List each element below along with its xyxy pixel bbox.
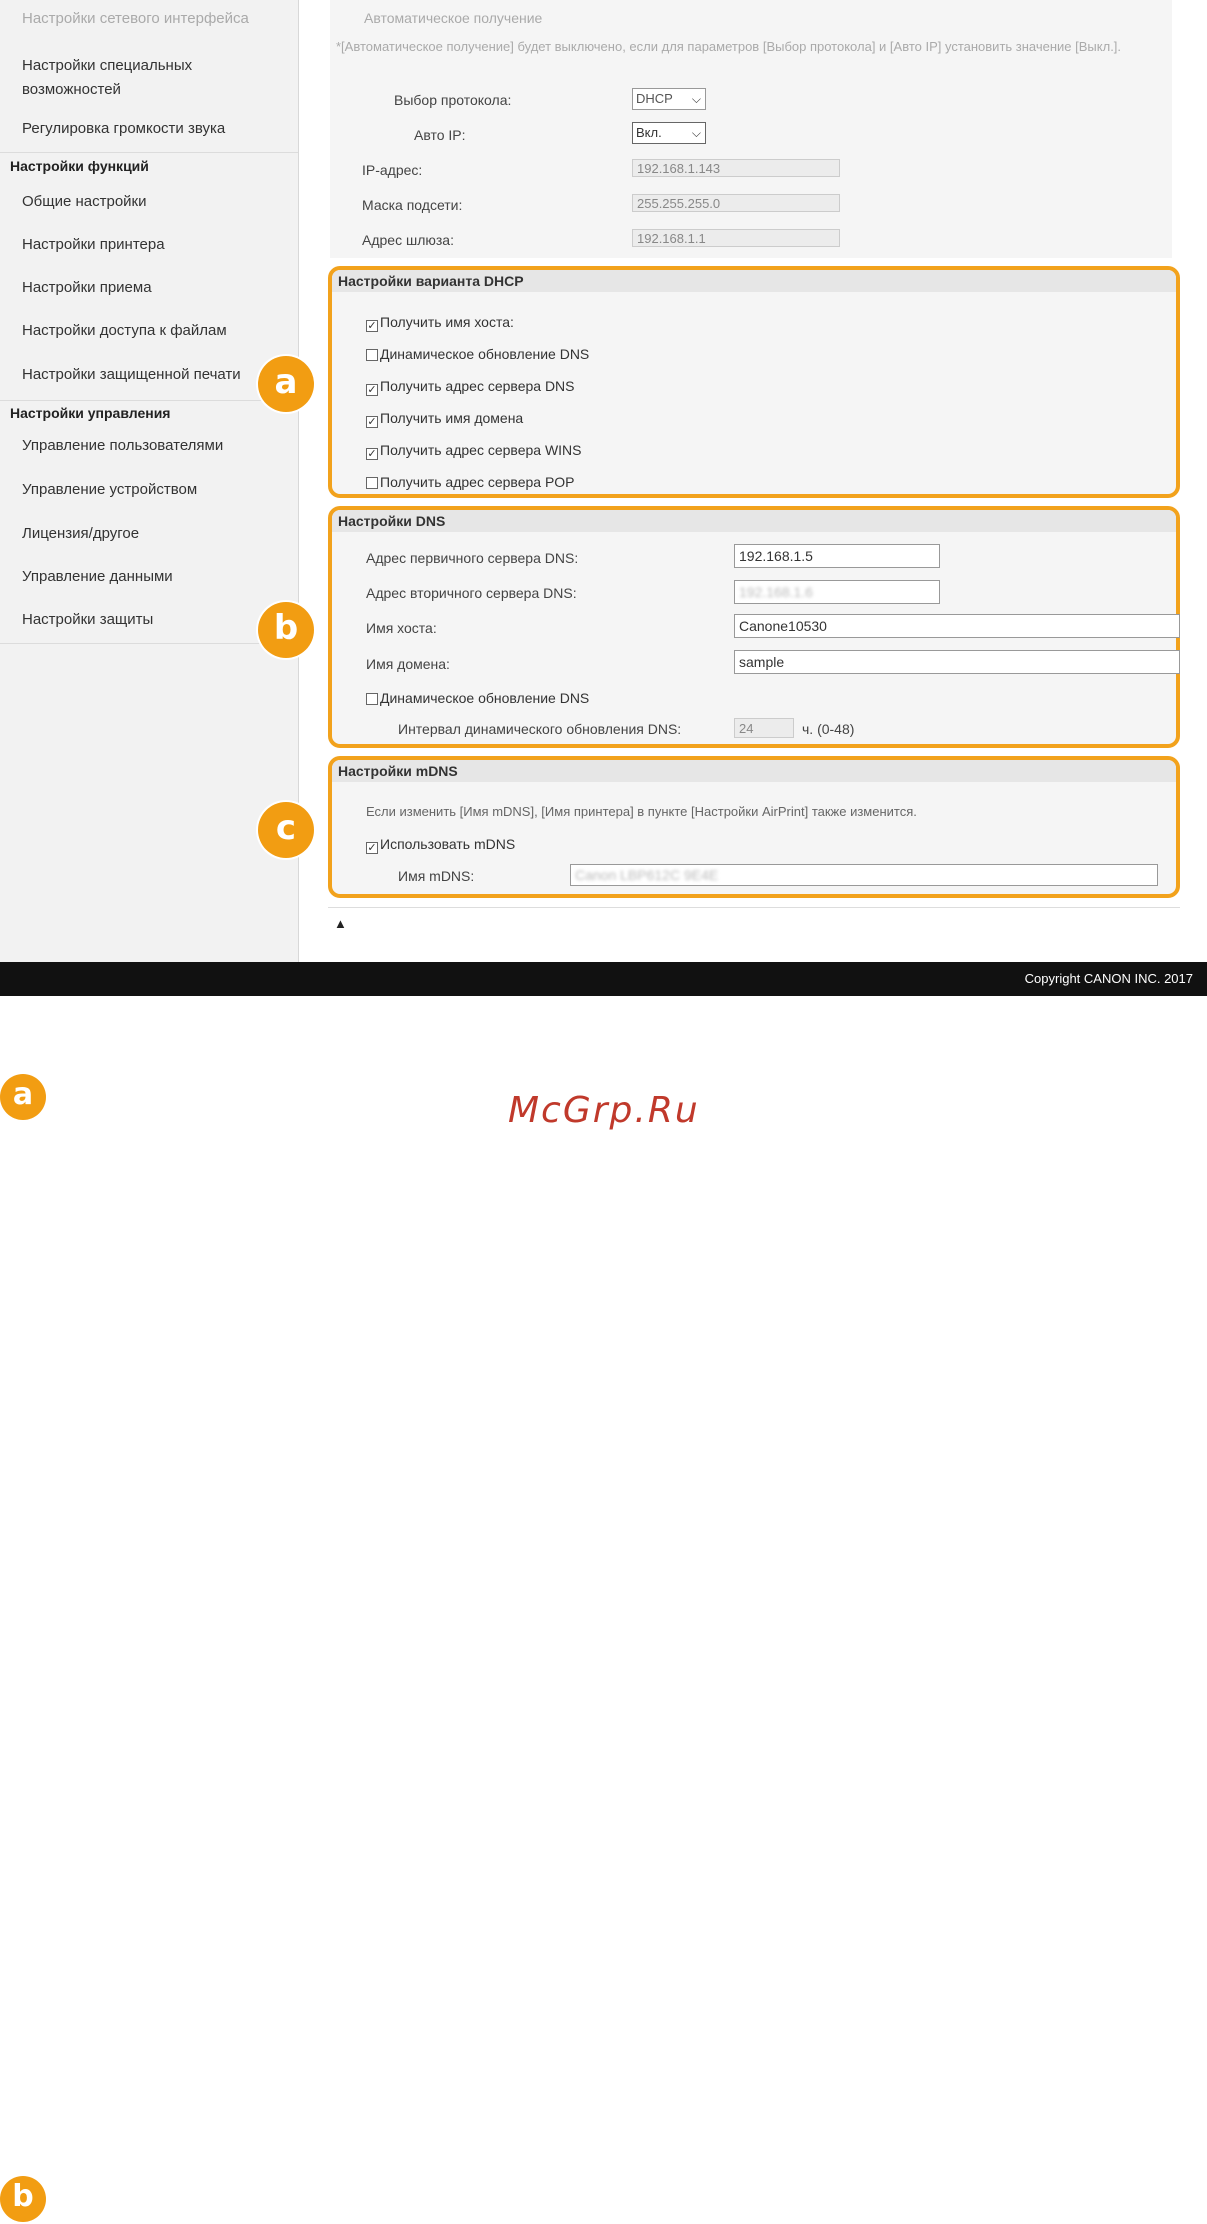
dhcp-option-label: Получить имя хоста — [380, 314, 511, 330]
auto-acquire-section: Автоматическое получение *[Автоматическо… — [330, 0, 1172, 258]
dhcp-option-label: Получить адрес сервера DNS — [380, 378, 575, 394]
scroll-top-icon[interactable]: ▲ — [334, 916, 347, 931]
checkbox-dns-dynamic-update[interactable] — [366, 693, 378, 705]
sidebar-item-receive[interactable]: Настройки приема — [22, 279, 152, 296]
mdns-name-value: Canon LBP612C 9E4E — [575, 867, 719, 883]
secondary-dns-input[interactable]: 192.168.1.6 — [734, 580, 940, 604]
doc-badge-b: b — [0, 2176, 46, 2222]
callout-badge-a: a — [258, 356, 314, 412]
ip-address-label: IP-адрес: — [362, 162, 423, 178]
checkbox-dns-server[interactable]: ✓ — [366, 384, 378, 396]
doc-badge-a: a — [0, 1074, 46, 1120]
checkbox-wins[interactable]: ✓ — [366, 448, 378, 460]
sidebar-item-network-interface[interactable]: Настройки сетевого интерфейса — [22, 10, 249, 27]
dhcp-option-pop[interactable]: Получить адрес сервера POP — [366, 474, 575, 490]
dns-panel-title: Настройки DNS — [332, 510, 1176, 532]
primary-dns-label: Адрес первичного сервера DNS: — [366, 550, 579, 566]
colon: : — [510, 314, 514, 330]
sidebar-item-file-access[interactable]: Настройки доступа к файлам — [22, 322, 227, 339]
sidebar-divider — [0, 643, 298, 644]
sidebar-heading-functions: Настройки функций — [10, 158, 149, 174]
subnet-mask-field: 255.255.255.0 — [632, 194, 840, 212]
dhcp-option-domain-name[interactable]: ✓ Получить имя домена — [366, 410, 523, 428]
section-heading-faded: Автоматическое получение — [364, 10, 543, 26]
auto-ip-select-value: Вкл. — [636, 125, 662, 140]
sidebar-item-secure-print[interactable]: Настройки защищенной печати — [22, 366, 241, 383]
dns-interval-label: Интервал динамического обновления DNS: — [398, 721, 682, 737]
domain-name-label: Имя домена: — [366, 656, 450, 672]
dns-settings-panel: Настройки DNS Адрес первичного сервера D… — [328, 506, 1180, 748]
auto-ip-label: Авто IP: — [414, 127, 466, 143]
dns-dynamic-update-label: Динамическое обновление DNS — [380, 690, 590, 706]
auto-acquire-note: *[Автоматическое получение] будет выключ… — [336, 39, 1122, 54]
dhcp-option-dynamic-dns[interactable]: Динамическое обновление DNS — [366, 346, 589, 362]
dns-dynamic-update-option[interactable]: Динамическое обновление DNS — [366, 690, 589, 706]
chevron-down-icon: ⌵ — [691, 92, 701, 106]
checkbox-dynamic-dns[interactable] — [366, 349, 378, 361]
callout-badge-b: b — [258, 602, 314, 658]
protocol-label: Выбор протокола: — [394, 92, 512, 108]
mdns-use-option[interactable]: ✓ Использовать mDNS — [366, 836, 515, 854]
dns-interval-input[interactable]: 24 — [734, 718, 794, 738]
sidebar-divider — [0, 152, 298, 153]
sidebar-item-volume[interactable]: Регулировка громкости звука — [22, 120, 225, 137]
sidebar-item-accessibility[interactable]: Настройки специальных возможностей — [22, 54, 222, 102]
protocol-select[interactable]: DHCP ⌵ — [632, 88, 706, 110]
sidebar: Настройки сетевого интерфейса Настройки … — [0, 0, 299, 962]
dhcp-option-dns-server[interactable]: ✓ Получить адрес сервера DNS — [366, 378, 575, 396]
dhcp-option-label: Получить имя домена — [380, 410, 524, 426]
sidebar-item-device[interactable]: Управление устройством — [22, 481, 197, 498]
protocol-select-value: DHCP — [636, 91, 673, 106]
domain-name-input[interactable]: sample — [734, 650, 1180, 674]
dhcp-option-wins[interactable]: ✓ Получить адрес сервера WINS — [366, 442, 582, 460]
content-divider — [328, 907, 1180, 908]
mdns-panel-title: Настройки mDNS — [332, 760, 1176, 782]
secondary-dns-value: 192.168.1.6 — [739, 584, 813, 600]
callout-badge-c: c — [258, 802, 314, 858]
sidebar-item-security[interactable]: Настройки защиты — [22, 611, 153, 628]
copyright-text: Copyright CANON INC. 2017 — [1024, 971, 1193, 986]
mdns-settings-panel: Настройки mDNS Если изменить [Имя mDNS],… — [328, 756, 1180, 898]
sidebar-item-users[interactable]: Управление пользователями — [22, 437, 223, 454]
checkbox-hostname[interactable]: ✓ — [366, 320, 378, 332]
watermark: McGrp.Ru — [508, 1090, 700, 1131]
gateway-field: 192.168.1.1 — [632, 229, 840, 247]
dhcp-option-label: Динамическое обновление DNS — [380, 346, 590, 362]
primary-dns-input[interactable]: 192.168.1.5 — [734, 544, 940, 568]
chevron-down-icon: ⌵ — [691, 126, 701, 140]
sidebar-item-general[interactable]: Общие настройки — [22, 193, 147, 210]
secondary-dns-label: Адрес вторичного сервера DNS: — [366, 585, 577, 601]
ip-address-field: 192.168.1.143 — [632, 159, 840, 177]
mdns-use-label: Использовать mDNS — [380, 836, 516, 852]
checkbox-domain-name[interactable]: ✓ — [366, 416, 378, 428]
subnet-mask-label: Маска подсети: — [362, 197, 463, 213]
dhcp-options-panel: Настройки варианта DHCP ✓ Получить имя хо… — [328, 266, 1180, 498]
mdns-name-input[interactable]: Canon LBP612C 9E4E — [570, 864, 1158, 886]
sidebar-item-printer[interactable]: Настройки принтера — [22, 236, 165, 253]
dns-interval-unit: ч. (0-48) — [802, 721, 855, 737]
hostname-input[interactable]: Canone10530 — [734, 614, 1180, 638]
mdns-note: Если изменить [Имя mDNS], [Имя принтера]… — [366, 804, 917, 819]
dhcp-option-hostname[interactable]: ✓ Получить имя хоста: — [366, 314, 514, 332]
gateway-label: Адрес шлюза: — [362, 232, 454, 248]
checkbox-use-mdns[interactable]: ✓ — [366, 842, 378, 854]
checkbox-pop[interactable] — [366, 477, 378, 489]
sidebar-heading-management: Настройки управления — [10, 405, 171, 421]
sidebar-divider — [0, 400, 298, 401]
dhcp-option-label: Получить адрес сервера POP — [380, 474, 575, 490]
dhcp-option-label: Получить адрес сервера WINS — [380, 442, 582, 458]
screenshot-frame: Настройки сетевого интерфейса Настройки … — [0, 0, 1207, 996]
sidebar-item-license[interactable]: Лицензия/другое — [22, 525, 139, 542]
dhcp-panel-title: Настройки варианта DHCP — [332, 270, 1176, 292]
sidebar-item-data[interactable]: Управление данными — [22, 568, 173, 585]
footer-bar: Copyright CANON INC. 2017 — [0, 962, 1207, 996]
hostname-label: Имя хоста: — [366, 620, 437, 636]
mdns-name-label: Имя mDNS: — [398, 868, 475, 884]
auto-ip-select[interactable]: Вкл. ⌵ — [632, 122, 706, 144]
